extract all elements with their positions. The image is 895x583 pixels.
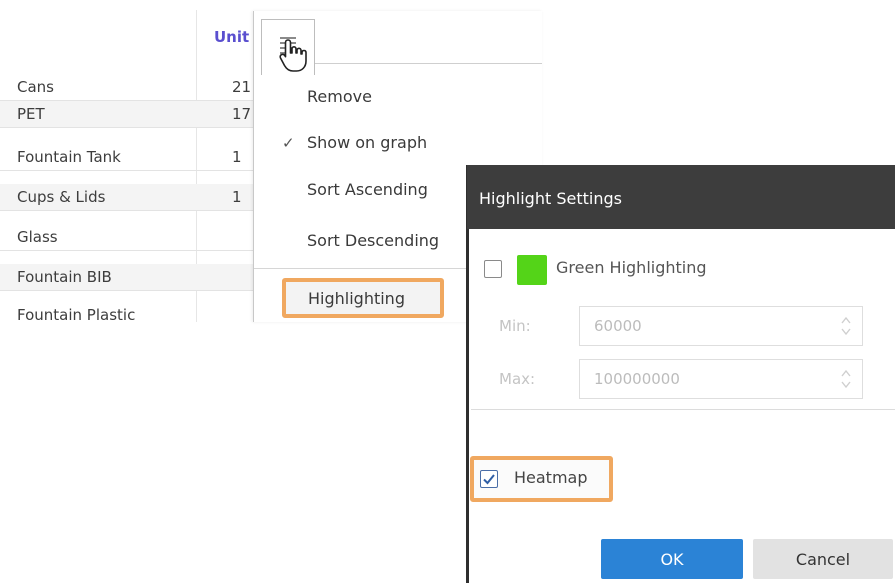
ok-button[interactable]: OK: [601, 539, 743, 579]
dialog-section-divider: [471, 409, 895, 410]
max-value: 100000000: [594, 370, 680, 388]
green-highlighting-checkbox[interactable]: [484, 260, 502, 278]
menu-tab[interactable]: [261, 19, 315, 75]
min-input[interactable]: 60000: [579, 306, 863, 346]
table-row[interactable]: Glass: [0, 224, 268, 251]
green-color-swatch[interactable]: [517, 255, 547, 285]
table-row[interactable]: Cups & Lids 1: [0, 184, 268, 211]
menu-item-remove[interactable]: Remove: [307, 87, 372, 106]
row-value: 21: [232, 78, 252, 96]
row-label: PET: [17, 105, 45, 123]
min-spinner-icon[interactable]: [840, 314, 852, 338]
max-spinner-icon[interactable]: [840, 367, 852, 391]
table-row[interactable]: Fountain BIB: [0, 264, 268, 291]
row-value: 17: [232, 105, 252, 123]
column-header-units[interactable]: Unit: [214, 28, 249, 46]
dialog-header: Highlight Settings: [467, 165, 895, 229]
row-label: Fountain Tank: [17, 148, 121, 166]
cancel-button[interactable]: Cancel: [753, 539, 893, 579]
green-highlighting-label: Green Highlighting: [556, 258, 707, 277]
row-label: Cans: [17, 78, 54, 96]
table-row[interactable]: Fountain Plastic: [0, 302, 268, 322]
menu-item-sort-descending[interactable]: Sort Descending: [307, 231, 439, 250]
menu-item-show-on-graph[interactable]: Show on graph: [307, 133, 427, 152]
heatmap-label: Heatmap: [514, 468, 588, 487]
checkmark-icon: ✓: [282, 134, 295, 152]
heatmap-checkbox[interactable]: [480, 470, 498, 488]
table-row[interactable]: Cans 21: [0, 74, 268, 101]
row-value: 1: [232, 188, 242, 206]
min-label: Min:: [499, 317, 531, 335]
row-value: 1: [232, 148, 242, 166]
table-row[interactable]: Fountain Tank 1: [0, 144, 268, 171]
min-value: 60000: [594, 317, 642, 335]
hand-pointer-icon: [279, 38, 307, 78]
dialog-title: Highlight Settings: [479, 189, 622, 208]
row-label: Fountain Plastic: [17, 306, 136, 322]
row-label: Cups & Lids: [17, 188, 106, 206]
menu-item-highlighting[interactable]: Highlighting: [308, 289, 405, 308]
menu-top-border: [314, 63, 542, 64]
data-table: Unit Cans 21 PET 17 Fountain Tank 1 Cups…: [0, 0, 268, 322]
max-input[interactable]: 100000000: [579, 359, 863, 399]
menu-item-sort-ascending[interactable]: Sort Ascending: [307, 180, 428, 199]
max-label: Max:: [499, 370, 536, 388]
row-label: Fountain BIB: [17, 268, 112, 286]
row-label: Glass: [17, 228, 58, 246]
check-icon: [483, 474, 495, 485]
table-row[interactable]: PET 17: [0, 101, 268, 128]
